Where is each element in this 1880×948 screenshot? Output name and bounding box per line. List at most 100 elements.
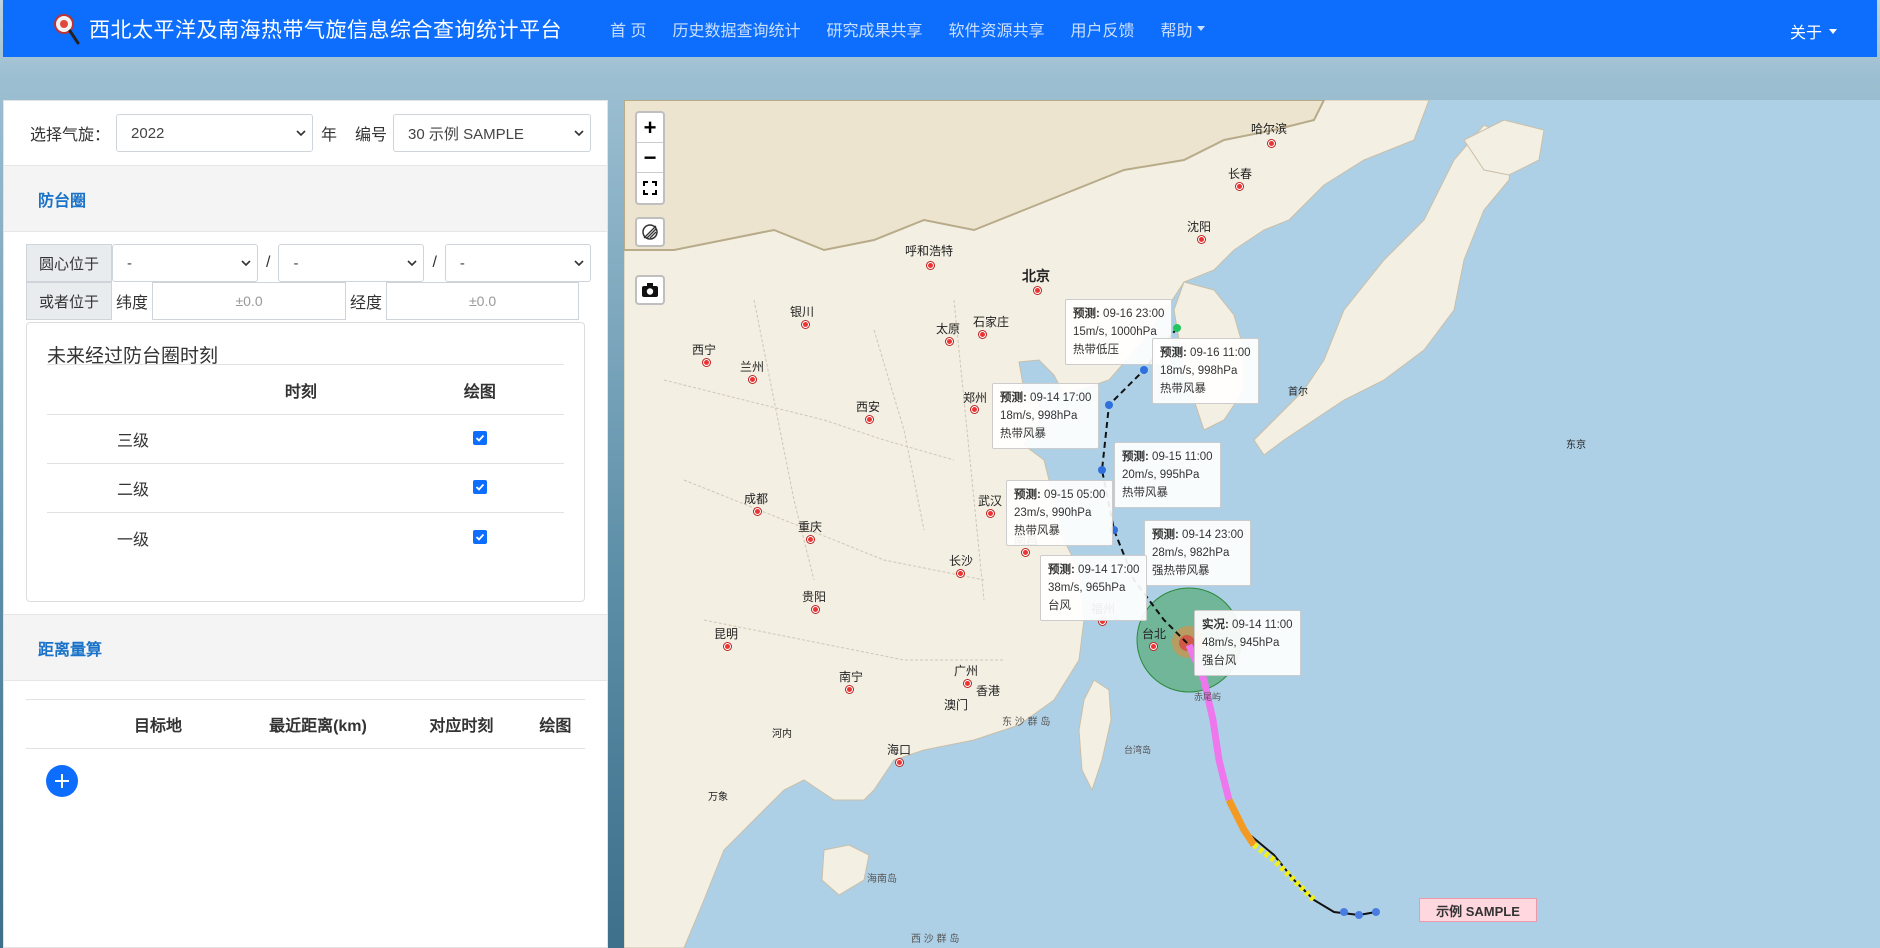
city-label: 澳门 <box>944 698 969 712</box>
city-label: 郑州 <box>963 391 988 405</box>
city-label: 银川 <box>790 305 815 319</box>
brand[interactable]: 西北太平洋及南海热带气旋信息综合查询统计平台 <box>51 12 562 46</box>
lat-label: 纬度 <box>116 295 149 312</box>
nav-home[interactable]: 首 页 <box>610 17 646 41</box>
track-name-label[interactable]: 示例 SAMPLE <box>1419 898 1537 922</box>
plot-checkbox-level1[interactable] <box>472 529 487 544</box>
latlon-row: 或者位于 纬度 ±0.0 经度 ±0.0 <box>26 282 607 320</box>
measure-tool-button[interactable] <box>635 217 665 247</box>
center-select-2[interactable]: - <box>278 244 425 282</box>
center-location-row: 圆心位于 - / - / - <box>26 244 607 282</box>
popup-wind-pressure: 20m/s, 995hPa <box>1122 469 1200 481</box>
year-select[interactable]: 2022 <box>116 114 314 152</box>
distance-calc-header[interactable]: 距离量算 <box>4 614 607 681</box>
city-marker <box>896 759 903 766</box>
zoom-out-button[interactable]: − <box>637 143 663 173</box>
screenshot-button[interactable] <box>635 275 665 305</box>
city-label: 河内 <box>772 729 792 740</box>
popup-kind: 实况: <box>1202 619 1229 631</box>
popup-wind-pressure: 23m/s, 990hPa <box>1014 507 1092 519</box>
city-marker <box>1268 140 1275 147</box>
add-target-button[interactable] <box>46 765 78 797</box>
app-title: 西北太平洋及南海热带气旋信息综合查询统计平台 <box>89 18 562 42</box>
city-marker <box>802 321 809 328</box>
popup-kind: 预测: <box>1048 564 1075 576</box>
zoom-in-button[interactable]: + <box>637 113 663 143</box>
city-marker <box>1150 643 1157 650</box>
lon-input[interactable]: ±0.0 <box>386 282 580 320</box>
lat-input[interactable]: ±0.0 <box>152 282 347 320</box>
city-marker <box>979 331 986 338</box>
nav-software-share[interactable]: 软件资源共享 <box>948 17 1044 41</box>
city-marker <box>749 376 756 383</box>
city-marker <box>703 359 710 366</box>
year-select-value: 2022 <box>131 124 165 142</box>
col-plot: 绘图 <box>463 383 496 401</box>
nav-feedback[interactable]: 用户反馈 <box>1071 17 1135 41</box>
city-label: 武汉 <box>978 494 1003 508</box>
number-label: 编号 <box>355 127 388 144</box>
nav-research-share[interactable]: 研究成果共享 <box>826 17 922 41</box>
level-label: 一级 <box>117 531 150 549</box>
popup-category: 热带低压 <box>1073 344 1119 356</box>
popup-time: 09-16 11:00 <box>1190 347 1251 359</box>
typhoon-map[interactable]: 哈尔滨 长春 沈阳 呼和浩特 北京 银川 太原 石家庄 西宁 兰州 西安 郑州 … <box>624 100 1880 948</box>
typhoon-logo-icon <box>54 13 80 44</box>
popup-kind: 预测: <box>1014 489 1041 501</box>
track-popup: 预测: 09-14 17:00 18m/s, 998hPa 热带风暴 <box>992 383 1100 449</box>
nav-about-dropdown[interactable]: 关于 <box>1790 19 1837 43</box>
nav-help-label: 帮助 <box>1160 22 1193 40</box>
track-popup: 预测: 09-15 11:00 20m/s, 995hPa 热带风暴 <box>1114 442 1221 508</box>
center-select-3-value: - <box>459 254 465 272</box>
popup-kind: 预测: <box>1000 392 1027 404</box>
chevron-down-icon <box>407 260 418 267</box>
top-navbar: 西北太平洋及南海热带气旋信息综合查询统计平台 首 页 历史数据查询统计 研究成果… <box>3 0 1877 57</box>
popup-category: 热带风暴 <box>1000 428 1046 440</box>
fullscreen-button[interactable] <box>637 173 663 203</box>
sea-label: 海南岛 <box>867 874 897 885</box>
number-select-value: 30 示例 SAMPLE <box>408 125 524 143</box>
plot-checkbox-level2[interactable] <box>472 480 487 494</box>
number-select[interactable]: 30 示例 SAMPLE <box>393 114 592 152</box>
nav-history-query[interactable]: 历史数据查询统计 <box>672 17 800 41</box>
popup-time: 09-14 23:00 <box>1182 529 1244 541</box>
popup-wind-pressure: 38m/s, 965hPa <box>1048 582 1126 594</box>
center-select-3[interactable]: - <box>444 244 591 282</box>
city-marker <box>1236 183 1243 190</box>
defense-table-header: 时刻 绘图 <box>47 365 564 415</box>
city-marker <box>846 686 853 693</box>
city-marker <box>1198 236 1205 243</box>
chevron-down-icon <box>574 260 584 267</box>
separator: / <box>432 254 437 271</box>
lat-placeholder: ±0.0 <box>235 293 263 309</box>
city-marker <box>812 606 819 613</box>
check-icon <box>475 533 485 541</box>
popup-time: 09-16 23:00 <box>1103 308 1165 320</box>
caret-down-icon <box>1196 26 1205 31</box>
nav-help-dropdown[interactable]: 帮助 <box>1161 17 1205 41</box>
city-label: 太原 <box>936 322 961 336</box>
or-label: 或者位于 <box>26 282 113 320</box>
city-label: 南宁 <box>839 670 864 684</box>
city-label: 万象 <box>708 792 728 803</box>
center-label: 圆心位于 <box>26 244 113 282</box>
ruler-icon <box>642 224 658 240</box>
nav-about-label: 关于 <box>1789 25 1822 42</box>
defense-circle-header[interactable]: 防台圈 <box>4 165 607 232</box>
track-popup: 预测: 09-14 17:00 38m/s, 965hPa 台风 <box>1040 555 1148 621</box>
center-select-1[interactable]: - <box>112 244 259 282</box>
city-marker <box>1034 287 1041 294</box>
caret-down-icon <box>1829 28 1837 34</box>
popup-kind: 预测: <box>1160 347 1187 359</box>
plot-checkbox-level3[interactable] <box>472 431 487 445</box>
fullscreen-icon <box>643 181 657 195</box>
city-label: 沈阳 <box>1187 220 1212 234</box>
table-row: 二级 <box>47 464 564 513</box>
city-label: 广州 <box>954 664 979 678</box>
track-popup: 预测: 09-14 23:00 28m/s, 982hPa 强热带风暴 <box>1144 520 1252 586</box>
sea-label: 台湾岛 <box>1124 745 1152 755</box>
popup-category: 台风 <box>1048 600 1071 612</box>
center-select-1-value: - <box>127 254 133 272</box>
city-marker <box>971 406 978 413</box>
city-marker <box>807 536 814 543</box>
